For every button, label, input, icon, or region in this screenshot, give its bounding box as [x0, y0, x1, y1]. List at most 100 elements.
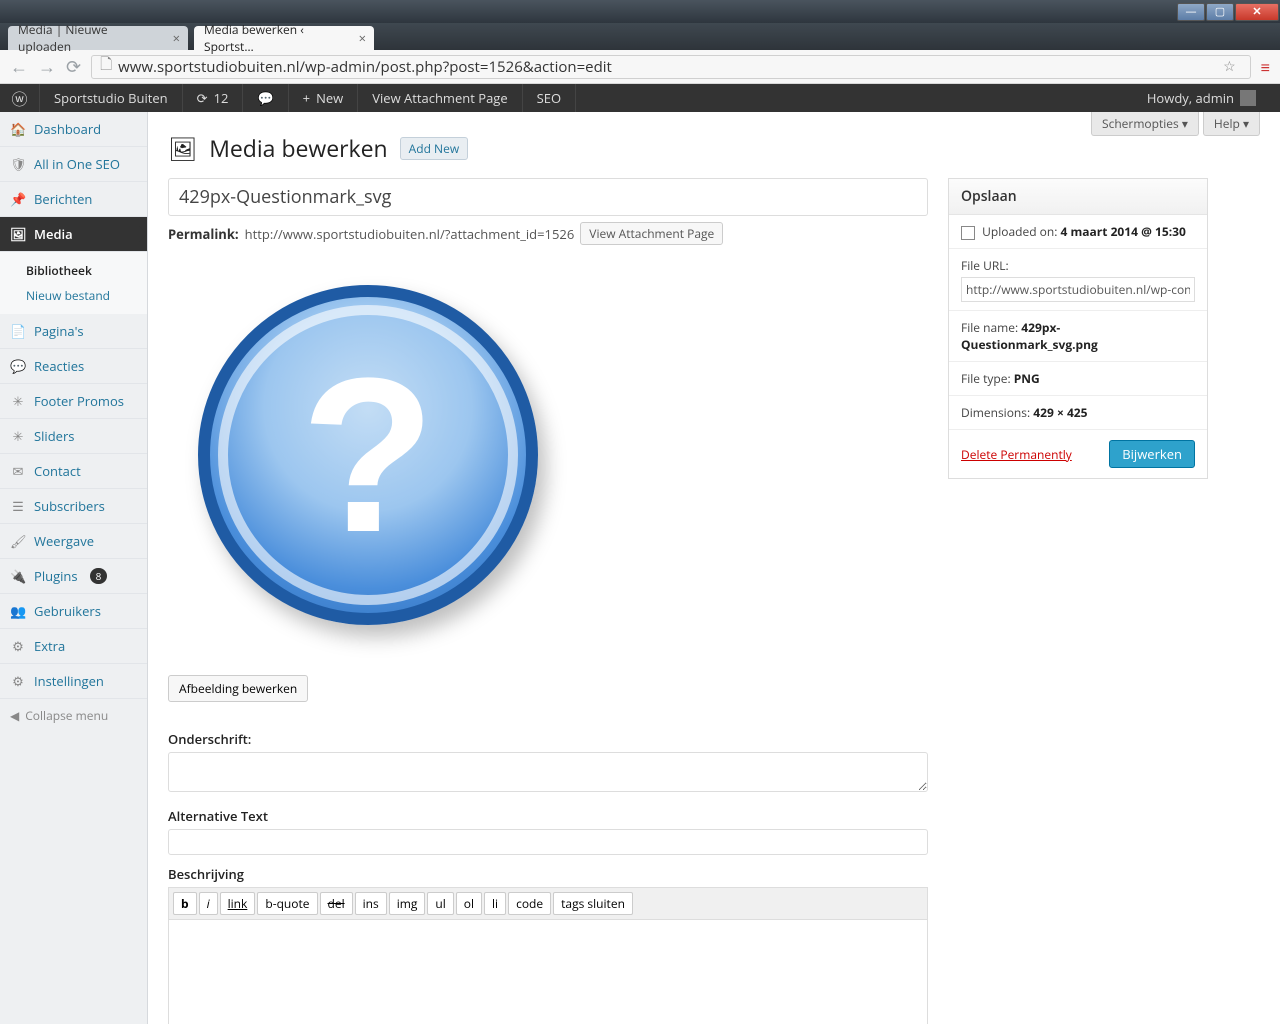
menu-icon: 🔌 [10, 567, 26, 585]
quicktag-li[interactable]: li [484, 892, 506, 915]
window-minimize[interactable]: — [1177, 3, 1205, 21]
bookmark-icon[interactable]: ☆ [1223, 57, 1236, 76]
permalink-row: Permalink: http://www.sportstudiobuiten.… [168, 222, 928, 245]
updates-link[interactable]: ⟳12 [183, 84, 244, 112]
metabox-title: Opslaan [949, 179, 1207, 215]
sidebar-item-dashboard[interactable]: 🏠Dashboard [0, 112, 147, 147]
comments-link[interactable]: 💬 [243, 84, 288, 112]
title-input[interactable] [168, 178, 928, 216]
address-bar[interactable]: 🗋 www.sportstudiobuiten.nl/wp-admin/post… [91, 55, 1251, 79]
quicktag-i[interactable]: i [199, 892, 218, 915]
menu-icon: 🖌 [10, 532, 26, 550]
window-close[interactable]: ✕ [1235, 3, 1279, 21]
sidebar-item-sliders[interactable]: ✳Sliders [0, 419, 147, 454]
sidebar-subitem[interactable]: Bibliotheek [0, 258, 147, 283]
screen-options-tab[interactable]: Schermopties ▾ [1091, 112, 1199, 136]
comment-icon: 💬 [257, 89, 273, 107]
quicktag-b-quote[interactable]: b-quote [257, 892, 317, 915]
menu-icon[interactable]: ≡ [1261, 56, 1270, 78]
alt-text-input[interactable] [168, 829, 928, 855]
browser-tab-active[interactable]: Media bewerken ‹ Sportst… × [194, 26, 374, 50]
count-badge: 8 [90, 568, 108, 584]
sidebar-item-subscribers[interactable]: ☰Subscribers [0, 489, 147, 524]
close-icon[interactable]: × [173, 29, 180, 47]
sidebar-item-extra[interactable]: ⚙Extra [0, 629, 147, 664]
quicktag-ol[interactable]: ol [456, 892, 482, 915]
update-button[interactable]: Bijwerken [1109, 440, 1195, 468]
site-name[interactable]: Sportstudio Buiten [40, 84, 183, 112]
sidebar-item-instellingen[interactable]: ⚙Instellingen [0, 664, 147, 699]
sidebar-item-pagina-s[interactable]: 📄Pagina's [0, 314, 147, 349]
browser-toolbar: ← → ⟳ 🗋 www.sportstudiobuiten.nl/wp-admi… [0, 50, 1280, 84]
sidebar-item-footer-promos[interactable]: ✳Footer Promos [0, 384, 147, 419]
url-text: www.sportstudiobuiten.nl/wp-admin/post.p… [118, 57, 612, 77]
browser-tab[interactable]: Media | Nieuwe uploaden × [8, 26, 188, 50]
back-icon[interactable]: ← [10, 55, 28, 79]
menu-icon: ⚙ [10, 637, 26, 655]
quicktag-tags-sluiten[interactable]: tags sluiten [553, 892, 633, 915]
sidebar-item-contact[interactable]: ✉Contact [0, 454, 147, 489]
window-titlebar: — ▢ ✕ [0, 0, 1280, 23]
wp-admin-bar: ⓦ Sportstudio Buiten ⟳12 💬 +New View Att… [0, 84, 1280, 112]
menu-icon: ✉ [10, 462, 26, 480]
calendar-icon [961, 226, 975, 240]
sidebar-subitem[interactable]: Nieuw bestand [0, 283, 147, 308]
menu-icon: ✳ [10, 427, 26, 445]
delete-link[interactable]: Delete Permanently [961, 446, 1072, 463]
sidebar-item-gebruikers[interactable]: 👥Gebruikers [0, 594, 147, 629]
menu-icon: 📄 [10, 322, 26, 340]
forward-icon[interactable]: → [38, 55, 56, 79]
quicktag-b[interactable]: b [173, 892, 197, 915]
menu-icon: 🏠 [10, 120, 26, 138]
description-input[interactable] [168, 919, 928, 1024]
reload-icon[interactable]: ⟳ [66, 55, 81, 79]
quicktag-link[interactable]: link [220, 892, 256, 915]
sidebar-item-berichten[interactable]: 📌Berichten [0, 182, 147, 217]
sidebar-item-reacties[interactable]: 💬Reacties [0, 349, 147, 384]
alt-label: Alternative Text [168, 807, 928, 825]
menu-icon: 👥 [10, 602, 26, 620]
wp-logo[interactable]: ⓦ [0, 84, 40, 112]
edit-image-button[interactable]: Afbeelding bewerken [168, 675, 308, 702]
user-menu[interactable]: Howdy, admin [1133, 84, 1270, 112]
menu-icon: ⚙ [10, 672, 26, 690]
filetype-row: File type: PNG [949, 362, 1207, 396]
quicktag-img[interactable]: img [389, 892, 426, 915]
quicktag-ins[interactable]: ins [355, 892, 387, 915]
sidebar-item-weergave[interactable]: 🖌Weergave [0, 524, 147, 559]
quicktag-ul[interactable]: ul [427, 892, 453, 915]
close-icon[interactable]: × [359, 29, 366, 47]
content-area: Schermopties ▾ Help ▾ 🖼 Media bewerken A… [148, 112, 1280, 1024]
refresh-icon: ⟳ [197, 89, 208, 107]
quicktag-del[interactable]: del [320, 892, 353, 915]
add-new-button[interactable]: Add New [400, 137, 468, 160]
dimensions-row: Dimensions: 429 × 425 [949, 396, 1207, 430]
collapse-menu[interactable]: ◀ Collapse menu [0, 699, 147, 732]
sidebar-item-media[interactable]: 🖼Media [0, 217, 147, 252]
quicktags-toolbar: bilinkb-quotedelinsimgulollicodetags slu… [168, 887, 928, 919]
new-link[interactable]: +New [289, 84, 359, 112]
sidebar-item-all-in-one-seo[interactable]: 🛡All in One SEO [0, 147, 147, 182]
plus-icon: + [303, 89, 310, 107]
filename-row: File name: 429px-Questionmark_svg.png [949, 311, 1207, 362]
menu-icon: 💬 [10, 357, 26, 375]
view-attachment-link[interactable]: View Attachment Page [358, 84, 522, 112]
page-icon: 🗋 [100, 54, 112, 79]
questionmark-icon: ? [198, 285, 538, 625]
admin-sidebar: 🏠Dashboard🛡All in One SEO📌Berichten🖼Medi… [0, 112, 148, 1024]
window-maximize[interactable]: ▢ [1206, 3, 1234, 21]
fileurl-row: File URL: [949, 249, 1207, 311]
menu-icon: ✳ [10, 392, 26, 410]
help-tab[interactable]: Help ▾ [1203, 112, 1260, 136]
tab-title: Media | Nieuwe uploaden [18, 21, 160, 55]
description-label: Beschrijving [168, 865, 928, 883]
view-attachment-button[interactable]: View Attachment Page [580, 222, 723, 245]
caption-input[interactable] [168, 752, 928, 792]
media-icon: 🖼 [168, 132, 197, 164]
quicktag-code[interactable]: code [508, 892, 551, 915]
avatar [1240, 90, 1256, 106]
seo-link[interactable]: SEO [523, 84, 576, 112]
fileurl-input[interactable] [961, 277, 1195, 302]
sidebar-item-plugins[interactable]: 🔌Plugins8 [0, 559, 147, 594]
caption-label: Onderschrift: [168, 730, 928, 748]
